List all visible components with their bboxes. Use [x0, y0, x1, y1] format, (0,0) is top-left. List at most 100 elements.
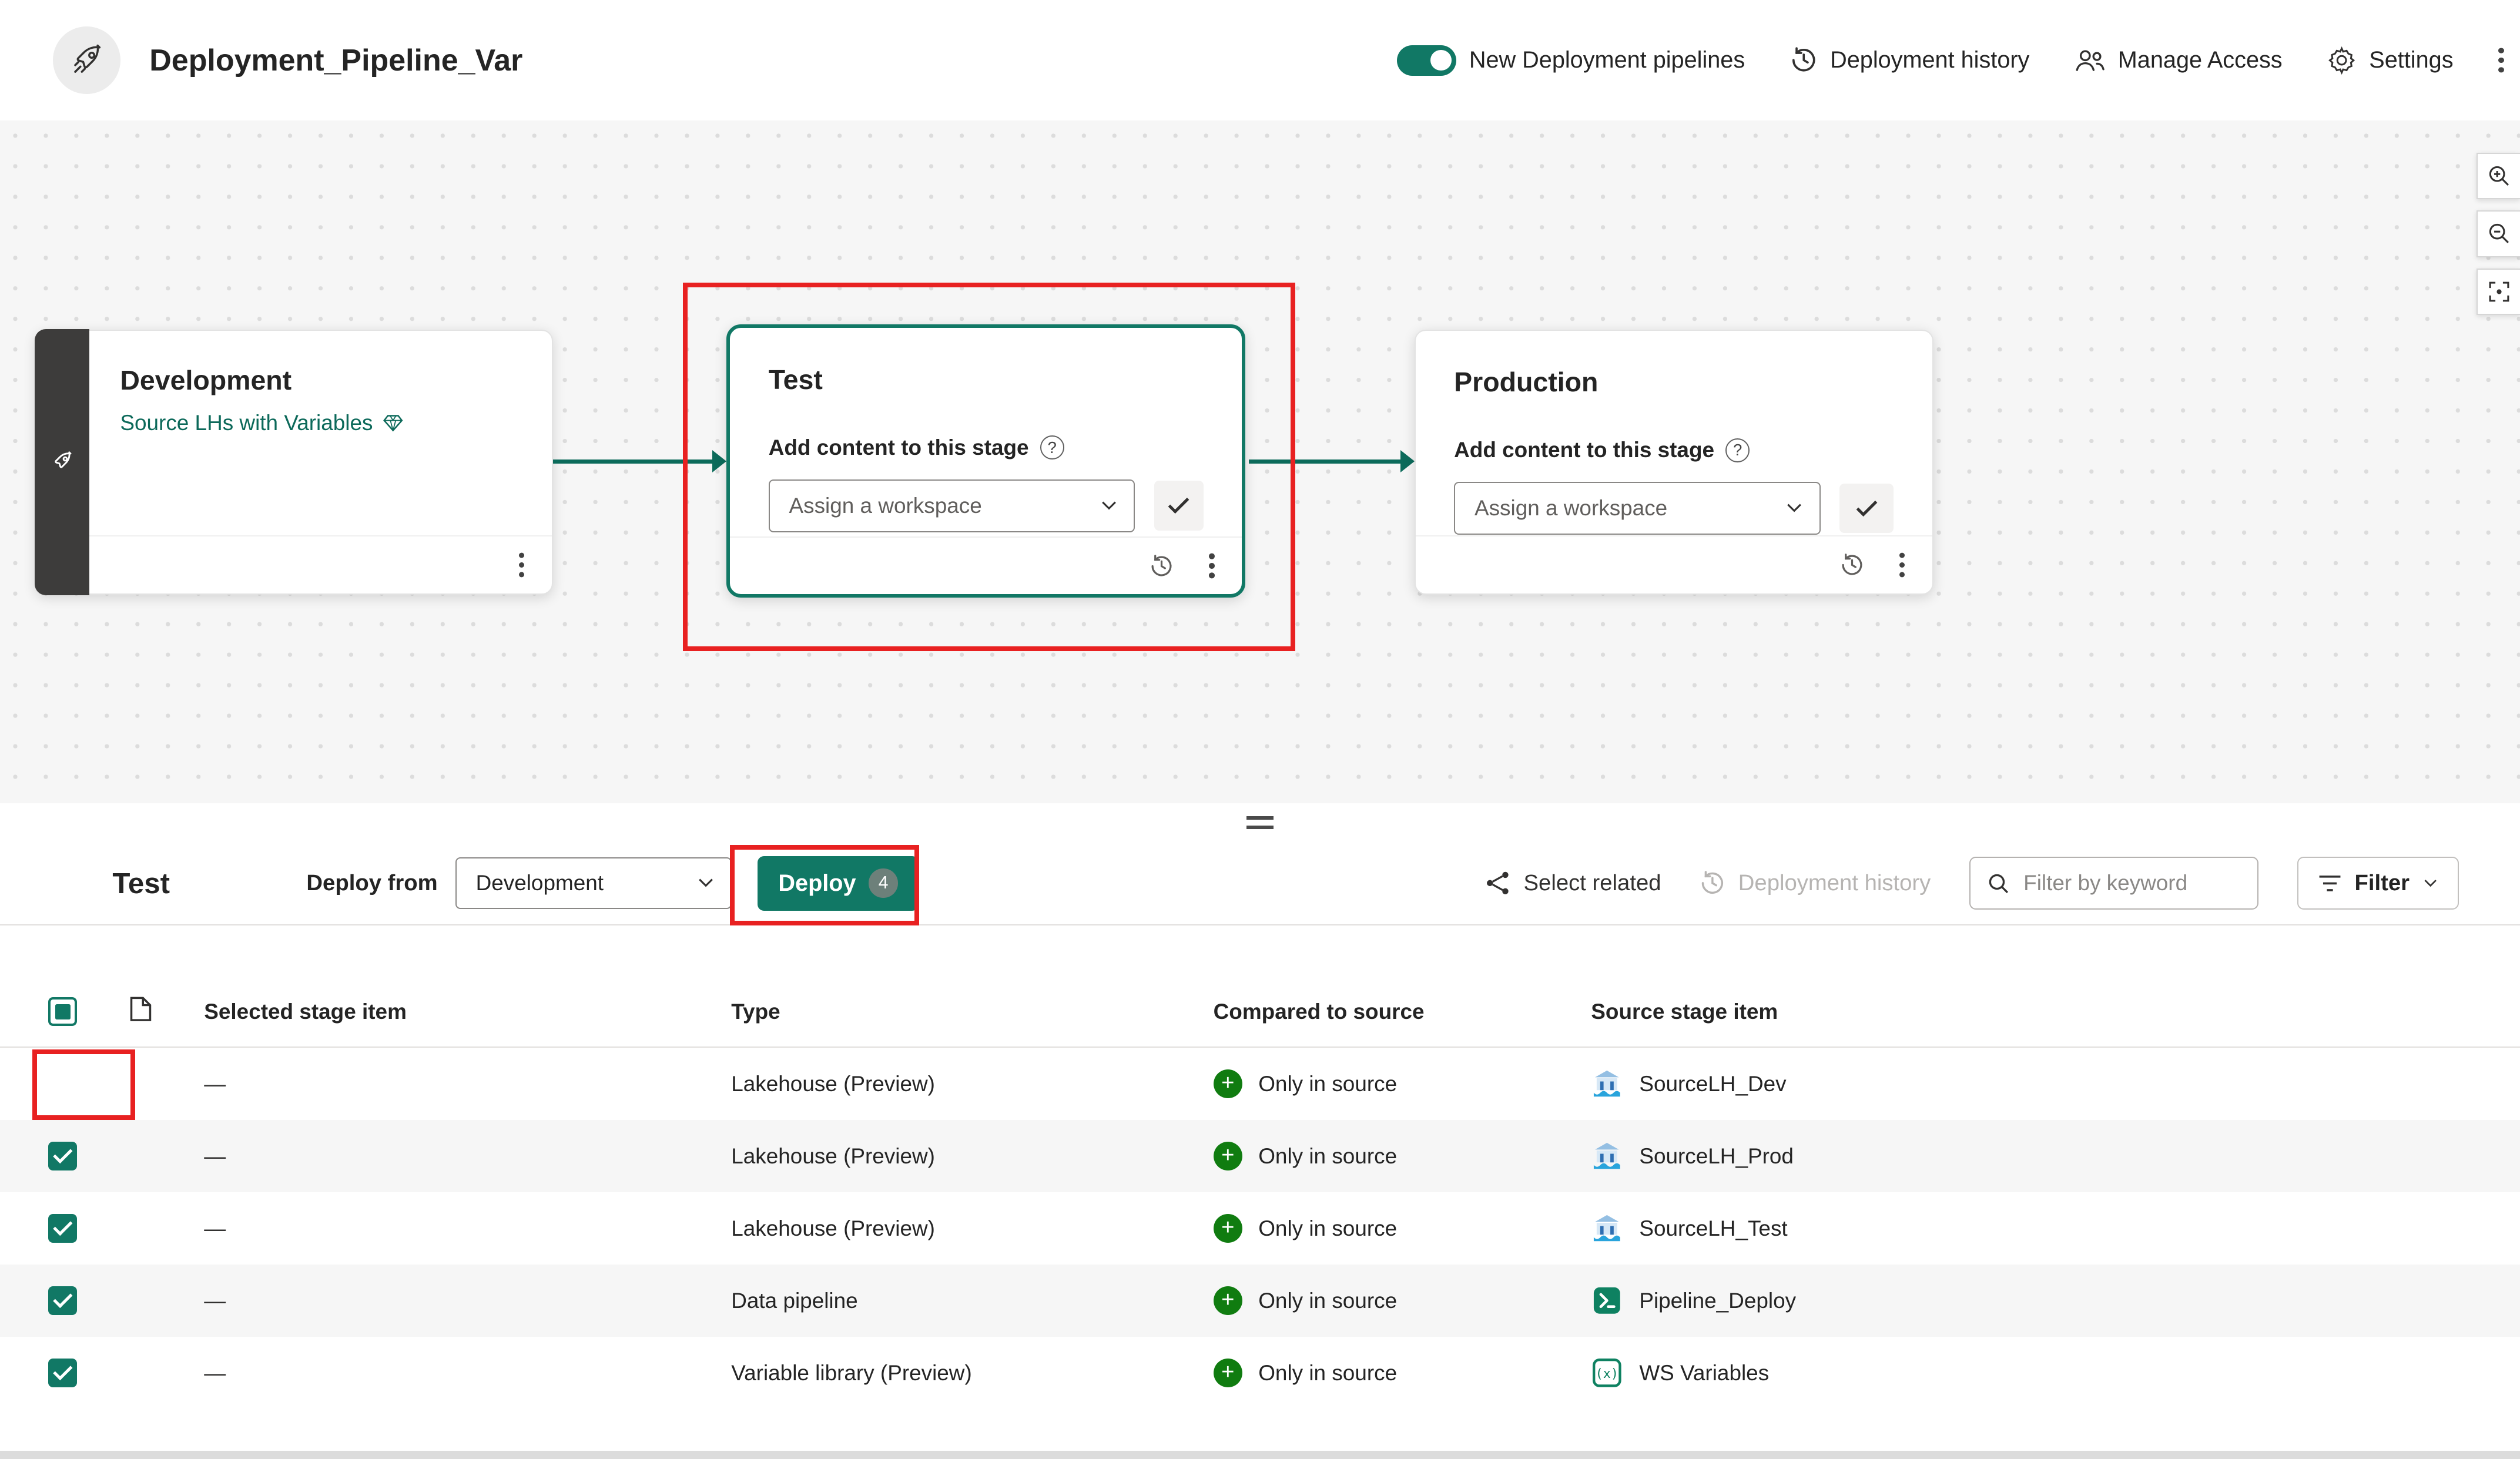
workspace-link[interactable]: Source LHs with Variables	[120, 411, 403, 435]
table-row[interactable]: — Data pipeline Only in source Pipeline_…	[0, 1265, 2520, 1337]
row-checkbox-cell[interactable]	[48, 1214, 129, 1243]
compared-to-source: Only in source	[1258, 1072, 1397, 1096]
assign-workspace-dropdown[interactable]: Assign a workspace	[769, 479, 1135, 532]
compared-to-source: Only in source	[1258, 1361, 1397, 1386]
source-stage-item-name: SourceLH_Prod	[1639, 1144, 1794, 1169]
stage-more-button[interactable]	[1899, 562, 1905, 568]
history-icon	[1790, 46, 1817, 73]
selected-stage-item: —	[204, 1289, 731, 1313]
deploy-from-dropdown[interactable]: Development	[455, 857, 732, 909]
stage-card-test[interactable]: Test Add content to this stage Assign a …	[726, 324, 1245, 598]
stage-card-body: Production Add content to this stage Ass…	[1416, 331, 1932, 535]
fit-to-screen-icon	[2487, 280, 2511, 304]
confirm-assign-button[interactable]	[1839, 484, 1894, 534]
stage-card-production[interactable]: Production Add content to this stage Ass…	[1415, 330, 1933, 595]
connector-development-test	[553, 459, 713, 464]
more-options-icon	[1209, 563, 1215, 569]
only-in-source-icon	[1214, 1214, 1242, 1243]
only-in-source-icon	[1214, 1359, 1242, 1387]
row-checkbox[interactable]	[48, 1286, 77, 1315]
row-checkbox[interactable]	[48, 1214, 77, 1243]
help-icon[interactable]	[1040, 435, 1064, 459]
chevron-down-icon	[697, 877, 715, 888]
row-checkbox[interactable]	[48, 1142, 77, 1170]
assign-row: Assign a workspace	[769, 479, 1204, 532]
column-header-selected-stage-item: Selected stage item	[204, 1000, 731, 1024]
select-related-button[interactable]: Select related	[1485, 870, 1661, 896]
bottom-scroll-strip[interactable]	[0, 1451, 2520, 1459]
stage-more-button[interactable]	[1209, 563, 1215, 569]
deploy-button-label: Deploy	[778, 870, 856, 897]
only-in-source-icon	[1214, 1069, 1242, 1098]
assign-workspace-placeholder: Assign a workspace	[1475, 496, 1667, 521]
source-stage-item-cell: (x) WS Variables	[1591, 1357, 2520, 1389]
table-row[interactable]: — Lakehouse (Preview) Only in source Sou…	[0, 1120, 2520, 1192]
zoom-in-button[interactable]	[2477, 153, 2520, 199]
gear-icon	[2327, 46, 2356, 75]
confirm-assign-button[interactable]	[1154, 481, 1204, 531]
new-deployment-pipelines-toggle[interactable]	[1397, 45, 1456, 76]
assign-row: Assign a workspace	[1454, 482, 1894, 535]
source-stage-item-cell: SourceLH_Test	[1591, 1212, 2520, 1245]
compared-to-source-cell: Only in source	[1214, 1214, 1591, 1243]
add-content-row: Add content to this stage	[769, 435, 1204, 460]
source-stage-item-cell: SourceLH_Dev	[1591, 1068, 2520, 1100]
stage-history-button[interactable]	[1150, 554, 1174, 578]
item-type: Lakehouse (Preview)	[731, 1216, 1213, 1241]
stage-more-button[interactable]	[519, 562, 525, 568]
settings-button[interactable]: Settings	[2327, 46, 2453, 75]
deploy-from-value: Development	[476, 871, 604, 895]
svg-text:(x): (x)	[1596, 1367, 1618, 1381]
table-body: — Lakehouse (Preview) Only in source Sou…	[0, 1048, 2520, 1409]
stage-card-development[interactable]: Development Source LHs with Variables	[35, 330, 553, 595]
deployment-history-button-disabled[interactable]: Deployment history	[1700, 870, 1931, 896]
deployment-pipeline-page: Deployment_Pipeline_Var New Deployment p…	[0, 0, 2520, 1459]
selected-stage-item: —	[204, 1144, 731, 1169]
stage-card-body: Development Source LHs with Variables	[36, 331, 552, 437]
select-related-icon	[1485, 870, 1511, 896]
row-checkbox-cell[interactable]	[48, 1142, 129, 1170]
row-checkbox-cell[interactable]	[48, 1359, 129, 1387]
deployment-history-button[interactable]: Deployment history	[1790, 46, 2030, 73]
assign-workspace-dropdown[interactable]: Assign a workspace	[1454, 482, 1821, 535]
compared-to-source: Only in source	[1258, 1144, 1397, 1169]
compared-to-source-cell: Only in source	[1214, 1069, 1591, 1098]
keyword-filter-input[interactable]	[2023, 871, 2241, 895]
splitter-grip-icon	[1246, 816, 1274, 829]
manage-access-button[interactable]: Manage Access	[2075, 47, 2283, 73]
people-icon	[2075, 48, 2105, 72]
stage-card-body: Test Add content to this stage Assign a …	[730, 328, 1242, 532]
canvas-splitter[interactable]	[0, 803, 2520, 842]
table-row[interactable]: — Lakehouse (Preview) Only in source Sou…	[0, 1192, 2520, 1265]
compared-to-source-cell: Only in source	[1214, 1142, 1591, 1170]
source-stage-item-cell: SourceLH_Prod	[1591, 1140, 2520, 1172]
filter-button[interactable]: Filter	[2297, 857, 2459, 910]
table-row[interactable]: — Variable library (Preview) Only in sou…	[0, 1337, 2520, 1409]
table-row[interactable]: — Lakehouse (Preview) Only in source Sou…	[0, 1048, 2520, 1120]
canvas-zoom-controls	[2477, 153, 2520, 315]
rocket-icon	[50, 450, 74, 474]
only-in-source-icon	[1214, 1286, 1242, 1315]
column-header-type: Type	[731, 1000, 1213, 1024]
settings-label: Settings	[2369, 47, 2453, 73]
pipeline-canvas[interactable]: Development Source LHs with Variables Te…	[0, 120, 2520, 803]
stage-title: Development	[120, 364, 522, 396]
more-options-button[interactable]	[2498, 58, 2504, 63]
deploy-button[interactable]: Deploy 4	[758, 856, 919, 911]
source-stage-item-name: WS Variables	[1639, 1361, 1769, 1386]
keyword-filter-searchbox[interactable]	[1969, 857, 2258, 910]
row-checkbox[interactable]	[48, 1359, 77, 1387]
help-icon[interactable]	[1725, 438, 1750, 462]
zoom-out-button[interactable]	[2477, 210, 2520, 257]
select-all-checkbox[interactable]	[48, 997, 77, 1026]
stage-history-button[interactable]	[1840, 553, 1864, 577]
fit-to-screen-button[interactable]	[2477, 269, 2520, 315]
item-type: Lakehouse (Preview)	[731, 1144, 1213, 1169]
row-checkbox-cell[interactable]	[48, 1286, 129, 1315]
search-icon	[1986, 871, 2010, 895]
arrowhead-icon	[712, 450, 726, 472]
select-all-cell[interactable]	[48, 997, 129, 1026]
assign-workspace-placeholder: Assign a workspace	[789, 494, 982, 518]
pipeline-avatar	[53, 26, 120, 94]
stage-toolbar: Test Deploy from Development Deploy 4 Se…	[0, 842, 2520, 925]
